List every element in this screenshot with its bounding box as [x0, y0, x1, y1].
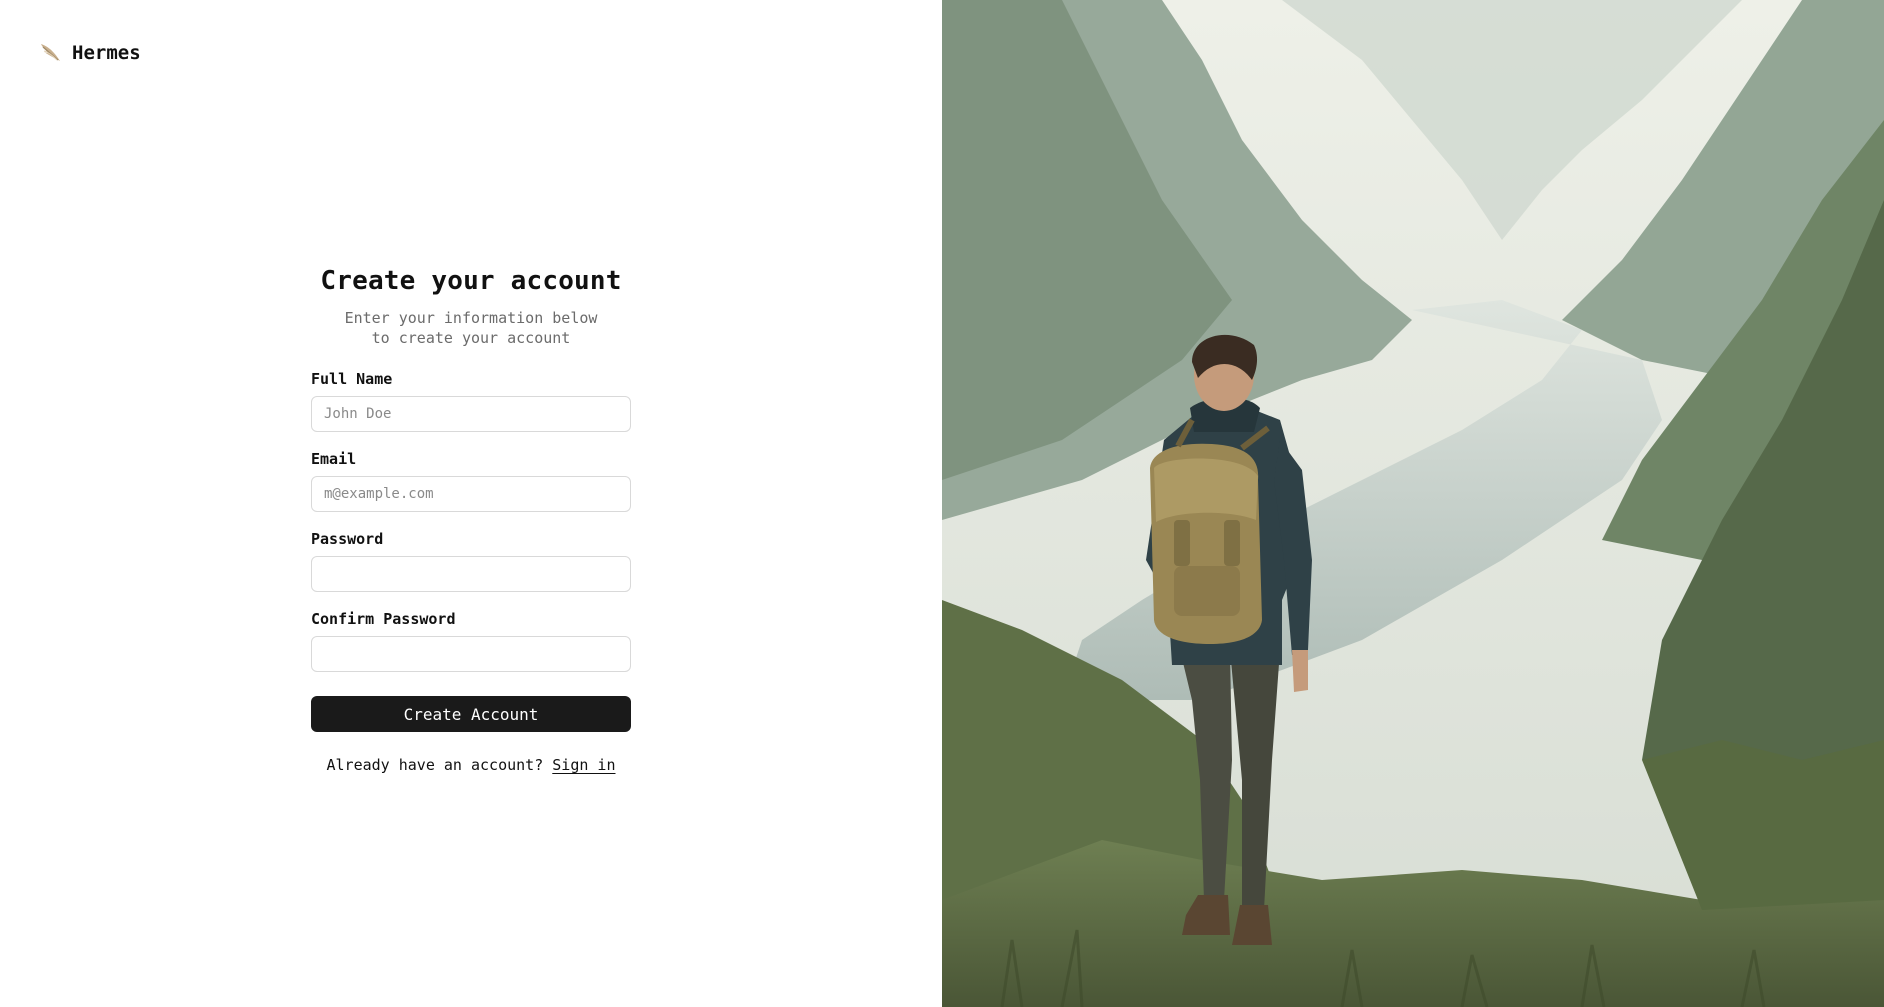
- signup-panel: Hermes Create your account Enter your in…: [0, 0, 942, 1007]
- brand[interactable]: Hermes: [38, 40, 141, 66]
- create-account-button[interactable]: Create Account: [311, 696, 631, 732]
- full-name-label: Full Name: [311, 370, 393, 388]
- signin-prompt: Already have an account?: [326, 756, 544, 774]
- confirm-password-input[interactable]: [311, 636, 631, 672]
- email-field: Email: [311, 450, 631, 512]
- form-subtitle: Enter your information below to create y…: [344, 309, 598, 347]
- confirm-password-label: Confirm Password: [311, 610, 456, 628]
- hiker-valley-illustration: [942, 0, 1884, 1007]
- signin-row: Already have an account? Sign in: [311, 756, 631, 774]
- signup-form: Create your account Enter your informati…: [311, 266, 631, 774]
- password-field: Password: [311, 530, 631, 592]
- password-label: Password: [311, 530, 384, 548]
- confirm-password-field: Confirm Password: [311, 610, 631, 672]
- email-input[interactable]: [311, 476, 631, 512]
- signup-page: Hermes Create your account Enter your in…: [0, 0, 1884, 1007]
- email-label: Email: [311, 450, 357, 468]
- hero-panel: [942, 0, 1884, 1007]
- signin-link[interactable]: Sign in: [552, 756, 615, 774]
- form-title: Create your account: [320, 266, 622, 296]
- full-name-field: Full Name: [311, 370, 631, 432]
- password-input[interactable]: [311, 556, 631, 592]
- brand-name: Hermes: [72, 42, 141, 64]
- winged-feather-icon: [38, 40, 64, 66]
- full-name-input[interactable]: [311, 396, 631, 432]
